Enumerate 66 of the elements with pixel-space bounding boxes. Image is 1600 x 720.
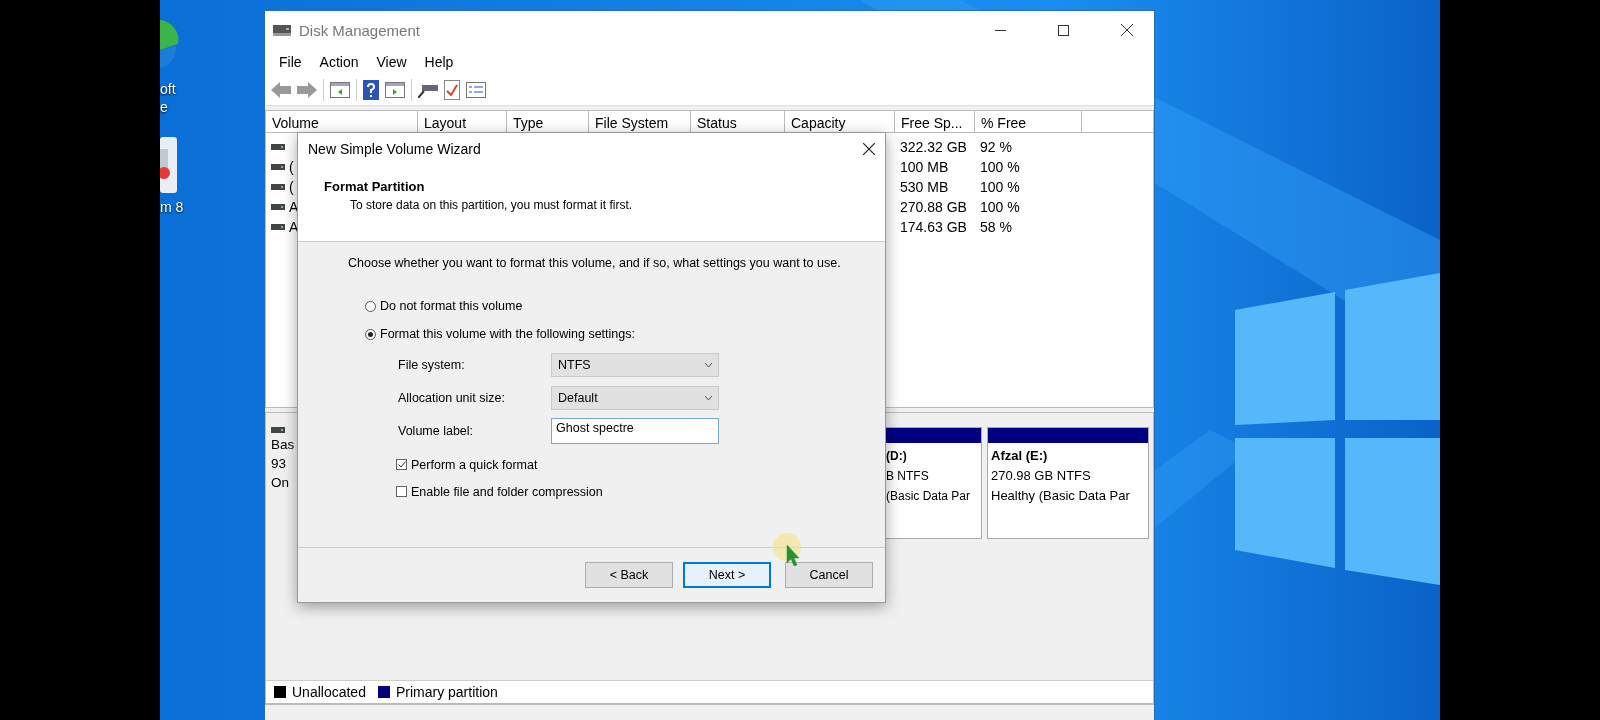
forward-arrow-icon[interactable] (297, 82, 317, 98)
wizard-button[interactable]: Cancel (785, 562, 873, 588)
window-title: Disk Management (299, 21, 421, 39)
column-header[interactable]: % Free (975, 111, 1082, 133)
field-label: File system: (398, 357, 466, 372)
back-arrow-icon[interactable] (271, 82, 291, 98)
instruction-text: Choose whether you want to format this volume, and if so, what settings you want to use. (348, 256, 842, 270)
close-icon (1120, 24, 1133, 36)
partition-block[interactable]: Afzal (E:) 270.98 GB NTFS Healthy (Basic Data Par (987, 427, 1149, 539)
app-icon[interactable] (160, 137, 177, 193)
close-button[interactable] (863, 143, 875, 155)
volume-cell: ( (289, 179, 294, 195)
free-space-cell: 270.88 GB (900, 199, 967, 215)
menu-item[interactable]: View (368, 52, 415, 72)
checked-document-icon[interactable] (444, 80, 460, 100)
maximize-icon (1058, 24, 1069, 36)
step-heading: Format Partition (324, 179, 426, 194)
dropdown[interactable]: Default (551, 385, 719, 410)
chevron-down-icon (705, 362, 712, 367)
percent-free-cell: 100 % (980, 159, 1020, 175)
step-description: To store data on this partition, you must format it first. (349, 198, 634, 212)
disk-info-text: On (271, 475, 290, 490)
partition-size: B NTFS (886, 468, 930, 485)
disk-drive-icon (273, 23, 291, 37)
menu-item[interactable]: Action (311, 52, 367, 72)
field-label: Volume label: (398, 423, 475, 438)
column-header[interactable]: Free Sp... (895, 111, 975, 133)
checkbox-option[interactable]: Perform a quick format (396, 451, 885, 478)
radio-option[interactable]: Format this volume with the following settings: (365, 320, 885, 348)
menu-item[interactable]: File (271, 52, 310, 72)
chevron-down-icon (705, 395, 712, 400)
disk-info-text: Bas (271, 437, 296, 452)
free-space-cell: 174.63 GB (900, 219, 967, 235)
partition-name: Afzal (E:) (991, 447, 1049, 465)
dialog-title: New Simple Volume Wizard (308, 141, 481, 157)
field-label: Allocation unit size: (398, 390, 506, 405)
volume-cell: ( (289, 159, 294, 175)
wizard-button[interactable]: Next > (683, 562, 771, 588)
menu-item[interactable]: Help (416, 52, 462, 72)
checkmark-icon (397, 461, 406, 468)
legend-label: Unallocated (292, 684, 366, 700)
console-tree-icon[interactable] (330, 82, 350, 98)
partition-size: 270.98 GB NTFS (991, 467, 1092, 485)
checkbox-option[interactable]: Enable file and folder compression (396, 478, 885, 505)
help-icon[interactable] (363, 80, 379, 100)
wizard-button[interactable]: < Back (585, 562, 673, 588)
partition-name: (D:) (886, 448, 908, 465)
checklist-icon[interactable] (466, 82, 486, 98)
percent-free-cell: 100 % (980, 179, 1020, 195)
dropdown[interactable]: NTFS (551, 352, 719, 377)
radio-option[interactable]: Do not format this volume (365, 292, 885, 320)
free-space-cell: 322.32 GB (900, 139, 967, 155)
percent-free-cell: 58 % (980, 219, 1012, 235)
disk-info-text: 93 (271, 456, 288, 471)
action-pane-icon[interactable] (385, 82, 405, 98)
percent-free-cell: 100 % (980, 199, 1020, 215)
percent-free-cell: 92 % (980, 139, 1012, 155)
free-space-cell: 100 MB (900, 159, 949, 175)
desktop-icon-label[interactable]: oft e (160, 80, 176, 116)
partition-status: Healthy (Basic Data Par (991, 487, 1131, 505)
partition-status: (Basic Data Par (886, 488, 972, 505)
drive-connect-icon[interactable] (418, 82, 438, 98)
free-space-cell: 530 MB (900, 179, 949, 195)
desktop-icon-label[interactable]: m 8 (160, 198, 184, 216)
input-field[interactable]: Ghost spectre (551, 417, 719, 444)
legend-label: Primary partition (395, 684, 498, 700)
